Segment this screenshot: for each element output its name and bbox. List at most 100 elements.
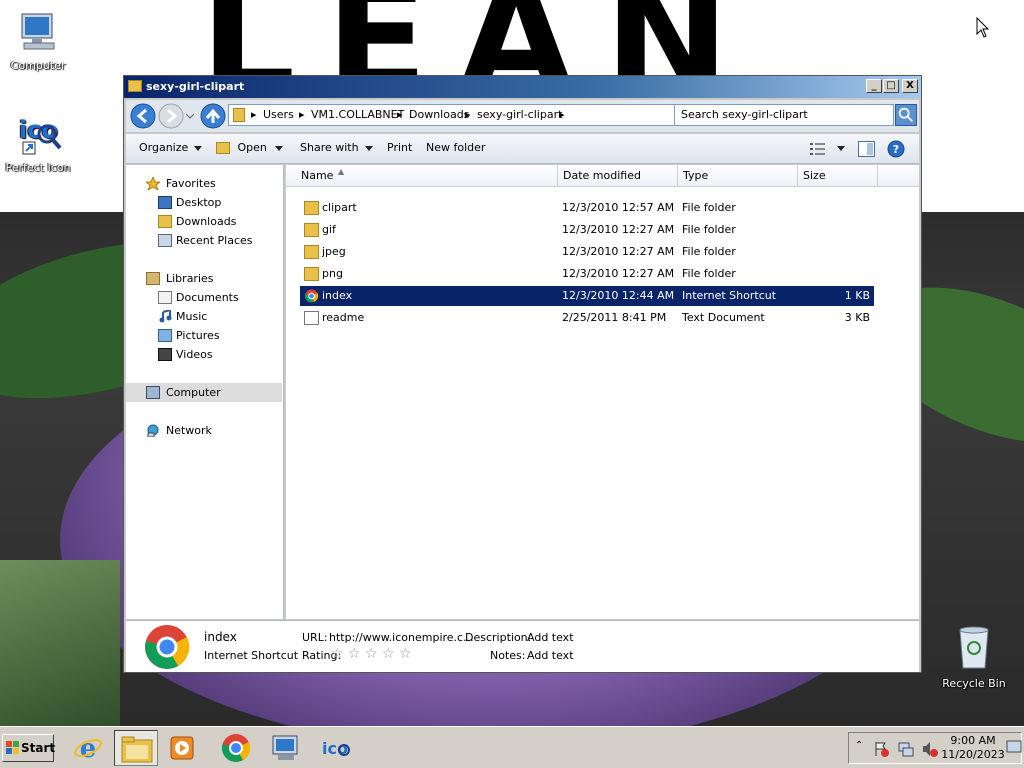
file-row-jpeg[interactable]: jpeg 12/3/2010 12:27 AM File folder	[300, 242, 874, 262]
windows-explorer-icon	[121, 736, 153, 763]
start-button[interactable]: Start	[2, 734, 55, 762]
nav-computer[interactable]: Computer	[126, 383, 282, 402]
folder-icon	[304, 201, 319, 215]
forward-button[interactable]	[158, 103, 184, 129]
folder-icon	[304, 223, 319, 237]
maximize-button[interactable]: □	[883, 79, 899, 93]
media-player-icon	[170, 736, 194, 760]
open-button[interactable]: Open	[216, 141, 267, 154]
folder-icon	[233, 108, 245, 122]
details-pane: index Internet Shortcut URL: http://www.…	[126, 620, 919, 672]
nav-recent-places[interactable]: Recent Places	[126, 231, 282, 250]
column-headers: Name ▲ Date modified Type Size	[286, 165, 919, 187]
share-with-button[interactable]: Share with	[300, 141, 373, 154]
print-button[interactable]: Print	[387, 141, 412, 154]
details-kind: Internet Shortcut	[204, 649, 299, 662]
recycle-bin-icon	[959, 626, 989, 669]
column-header-type[interactable]: Type	[678, 165, 798, 187]
rating-stars[interactable]: ☆ ☆ ☆ ☆ ☆	[331, 646, 412, 662]
notes-field[interactable]: Add text	[527, 649, 574, 662]
taskbar-chrome[interactable]	[214, 730, 258, 766]
address-row: ▸ Users ▸ VM1.COLLABNET ▸ Downloads ▸ se…	[126, 100, 919, 132]
desktop-icon-computer[interactable]: Computer	[0, 10, 76, 72]
file-row-gif[interactable]: gif 12/3/2010 12:27 AM File folder	[300, 220, 874, 240]
star-icon	[146, 177, 160, 190]
open-dropdown-icon[interactable]	[275, 146, 283, 152]
nav-network[interactable]: Network	[126, 421, 282, 440]
remote-desktop-icon	[272, 735, 298, 760]
file-row-png[interactable]: png 12/3/2010 12:27 AM File folder	[300, 264, 874, 284]
nav-downloads[interactable]: Downloads	[126, 212, 282, 231]
nav-documents[interactable]: Documents	[126, 288, 282, 307]
chrome-icon	[221, 734, 251, 762]
breadcrumb-downloads[interactable]: Downloads	[409, 108, 469, 121]
close-button[interactable]: X	[902, 79, 918, 93]
computer-icon	[146, 386, 160, 399]
nav-libraries[interactable]: Libraries	[126, 269, 282, 288]
preview-pane-icon[interactable]	[858, 141, 875, 157]
breadcrumb-users[interactable]: Users	[263, 108, 294, 121]
pictures-icon	[158, 329, 172, 342]
documents-icon	[158, 291, 172, 304]
up-button[interactable]	[200, 103, 226, 129]
taskbar-media-player[interactable]	[162, 730, 206, 766]
window-title: sexy-girl-clipart	[146, 80, 245, 93]
recent-places-icon	[158, 234, 172, 247]
svg-text:e: e	[80, 734, 97, 763]
network-icon	[147, 424, 159, 437]
column-header-size[interactable]: Size	[798, 165, 878, 187]
search-icon[interactable]	[895, 104, 917, 126]
perfect-icon-app-icon: ico	[322, 739, 350, 758]
column-header-name[interactable]: Name ▲	[296, 165, 558, 187]
breadcrumb-sexy-girl-clipart[interactable]: sexy-girl-clipart	[477, 108, 562, 121]
music-icon	[159, 310, 172, 323]
system-clock[interactable]: 9:00 AM 11/20/2023	[935, 734, 1011, 762]
back-button[interactable]	[130, 103, 156, 129]
desktop-icon	[158, 196, 172, 209]
sort-ascending-icon: ▲	[338, 167, 345, 176]
description-field[interactable]: Add text	[527, 631, 574, 644]
show-desktop-icon[interactable]	[1006, 739, 1022, 755]
help-icon[interactable]: ?	[887, 140, 905, 158]
taskbar: Start e ico ⌃ 9:00 AM 11/20/2023	[0, 726, 1024, 768]
view-options-icon[interactable]	[810, 142, 826, 156]
details-url[interactable]: http://www.iconempire.c...	[329, 631, 474, 644]
details-name: index	[204, 630, 237, 644]
recent-pages-chevron-icon[interactable]	[186, 112, 194, 120]
new-folder-button[interactable]: New folder	[426, 141, 485, 154]
minimize-button[interactable]: _	[866, 79, 882, 93]
action-center-flag-icon[interactable]	[873, 740, 891, 758]
taskbar-remote-desktop[interactable]	[264, 730, 308, 766]
clock-date: 11/20/2023	[941, 748, 1005, 761]
taskbar-perfect-icon[interactable]: ico	[314, 730, 358, 766]
file-row-index[interactable]: index 12/3/2010 12:44 AM Internet Shortc…	[300, 286, 874, 306]
chrome-icon	[145, 625, 190, 669]
mouse-cursor-icon	[976, 17, 990, 38]
file-row-readme[interactable]: readme 2/25/2011 8:41 PM Text Document 3…	[300, 308, 874, 328]
breadcrumb-vm1-collabnet[interactable]: VM1.COLLABNET	[311, 108, 404, 121]
view-dropdown-icon[interactable]	[837, 146, 845, 152]
libraries-icon	[146, 272, 160, 285]
taskbar-windows-explorer[interactable]	[114, 730, 158, 766]
nav-videos[interactable]: Videos	[126, 345, 282, 364]
explorer-window: sexy-girl-clipart _ □ X ▸ Users ▸ VM1.CO…	[123, 75, 922, 673]
window-titlebar[interactable]: sexy-girl-clipart _ □ X	[124, 76, 921, 98]
show-hidden-icons-icon[interactable]: ⌃	[855, 740, 863, 751]
open-icon	[216, 142, 230, 154]
nav-favorites[interactable]: Favorites	[126, 174, 282, 193]
column-header-date-modified[interactable]: Date modified	[558, 165, 678, 187]
organize-button[interactable]: Organize	[139, 141, 203, 154]
nav-music[interactable]: Music	[126, 307, 282, 326]
perfect-icon-app-icon: ico	[19, 116, 62, 155]
videos-icon	[158, 348, 172, 361]
network-status-icon[interactable]	[897, 740, 915, 758]
desktop-icon-recycle-bin[interactable]: Recycle Bin	[936, 624, 1012, 690]
downloads-folder-icon	[158, 215, 172, 228]
taskbar-internet-explorer[interactable]: e	[66, 730, 110, 766]
search-input[interactable]: Search sexy-girl-clipart	[674, 104, 894, 126]
chrome-shortcut-icon	[304, 289, 319, 303]
file-row-clipart[interactable]: clipart 12/3/2010 12:57 AM File folder	[300, 198, 874, 218]
nav-desktop[interactable]: Desktop	[126, 193, 282, 212]
nav-pictures[interactable]: Pictures	[126, 326, 282, 345]
desktop-icon-perfect-icon[interactable]: ico Perfect Icon	[0, 108, 76, 174]
